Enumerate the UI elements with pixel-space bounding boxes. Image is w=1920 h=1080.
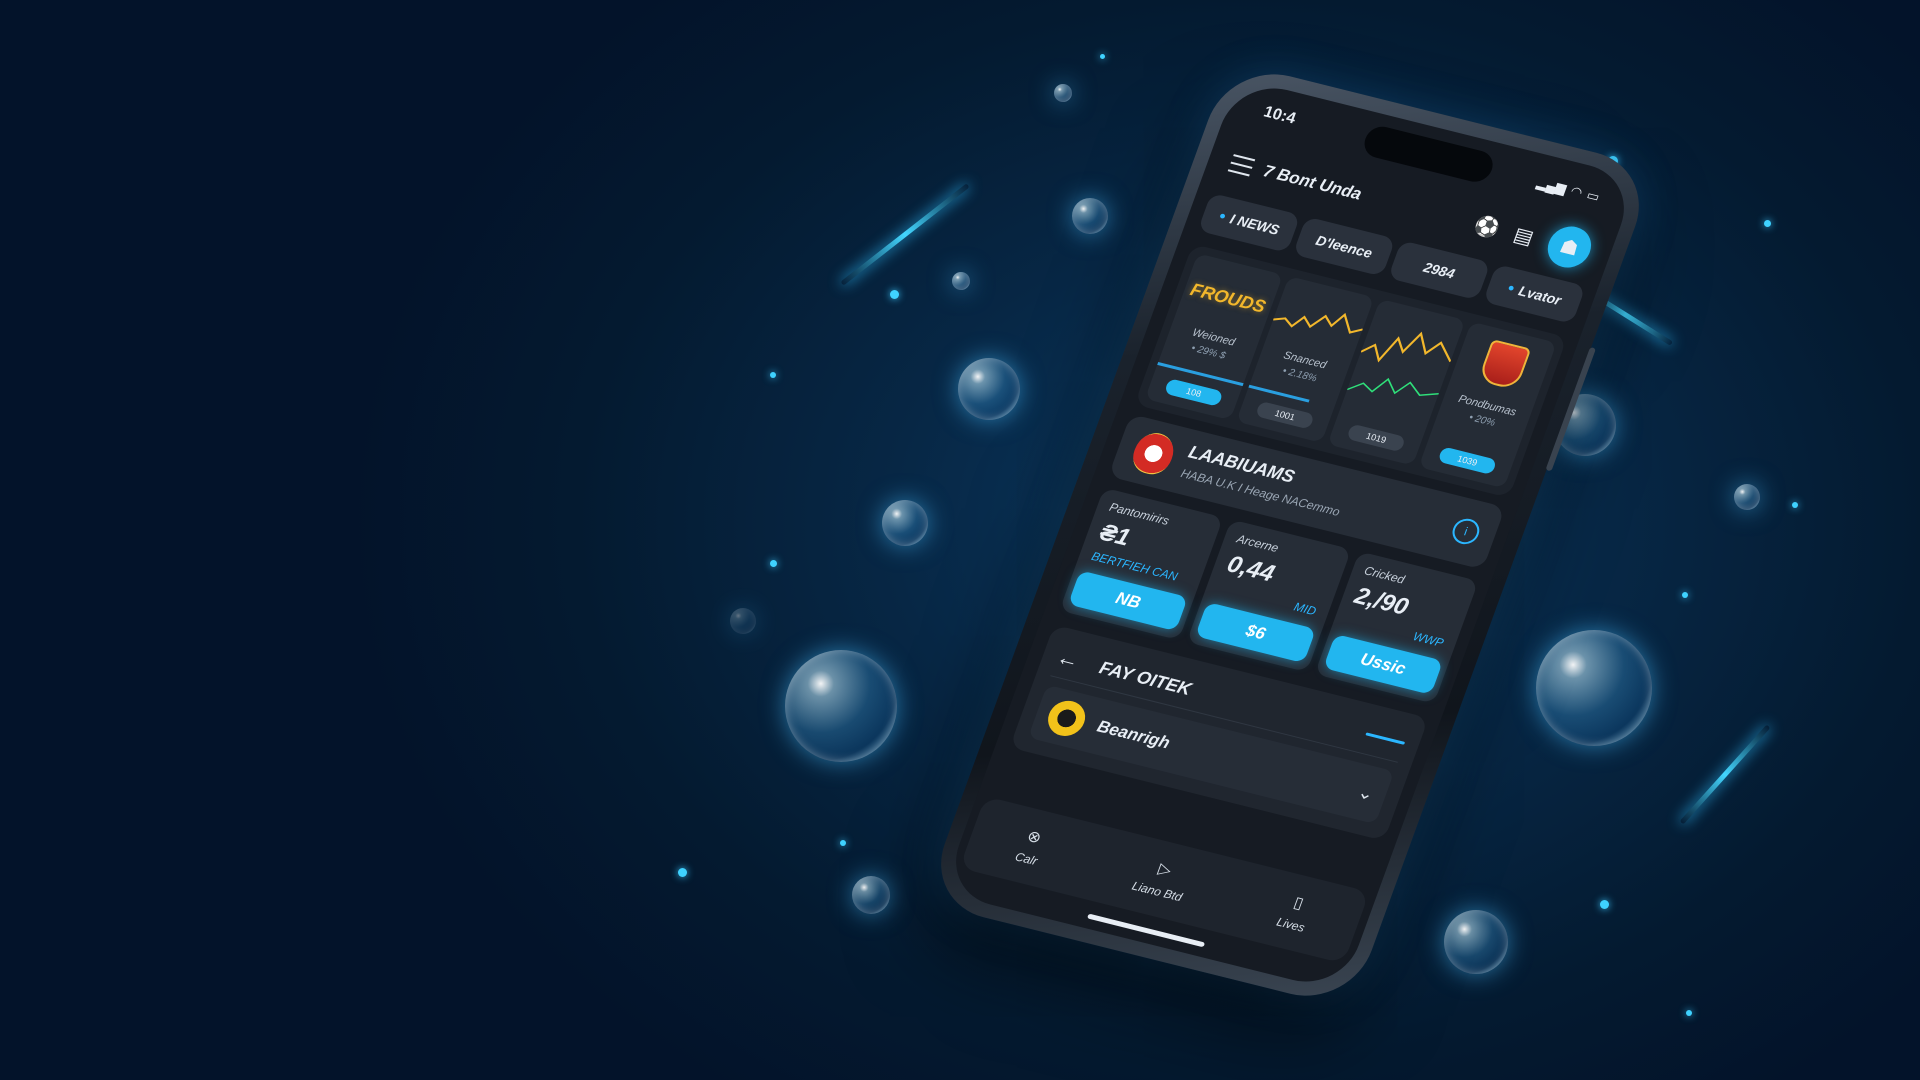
odds-sub: MID — [1292, 599, 1319, 619]
card-chip[interactable]: 1019 — [1346, 423, 1407, 453]
nav-item-liano-btd[interactable]: ▷ Liano Btd — [1130, 854, 1193, 905]
tab-2984[interactable]: 2984 — [1387, 240, 1491, 301]
bubble-decoration — [1072, 198, 1108, 234]
glow-dot — [770, 560, 777, 567]
glow-dot — [1792, 502, 1798, 508]
glow-dot — [1764, 220, 1771, 227]
odds-value: 2,/90 — [1350, 582, 1413, 621]
info-icon[interactable]: i — [1448, 516, 1484, 547]
battery-icon: ▭ — [1584, 187, 1602, 205]
tab-lvator[interactable]: ● Lvator — [1482, 263, 1586, 324]
team-logo-text: FROUDS — [1187, 279, 1269, 317]
bubble-decoration — [1734, 484, 1760, 510]
tab-dot-icon: ● — [1217, 209, 1228, 223]
glow-dot — [840, 840, 846, 846]
soccer-ball-icon[interactable]: ⚽ — [1469, 210, 1506, 243]
nav-item-lives[interactable]: ▯ Lives — [1274, 890, 1316, 935]
glow-dot — [1682, 592, 1688, 598]
bubble-decoration — [1536, 630, 1652, 746]
nav-calr-icon: ⊗ — [1024, 827, 1044, 848]
glow-dot — [890, 290, 899, 299]
bubble-decoration — [785, 650, 897, 762]
signal-icon: ▂▄▆ — [1534, 174, 1569, 197]
glow-dot — [1600, 900, 1609, 909]
nav-play-icon: ▷ — [1155, 860, 1174, 880]
tab-news[interactable]: ● I NEWS — [1197, 192, 1301, 253]
status-icons: ▂▄▆ ◠ ▭ — [1534, 172, 1603, 208]
tab-label: I NEWS — [1227, 210, 1282, 238]
hamburger-menu-icon[interactable] — [1227, 154, 1256, 177]
nav-label: Calr — [1013, 849, 1040, 869]
bubble-decoration — [730, 608, 756, 634]
tab-dot-icon: ● — [1505, 281, 1517, 295]
wifi-icon: ◠ — [1569, 183, 1585, 200]
light-streak — [1679, 724, 1771, 825]
card-progress-line — [1248, 384, 1310, 403]
light-streak — [840, 183, 970, 286]
team-emblem-icon — [1477, 339, 1532, 391]
odds-label: Cricked — [1362, 563, 1407, 587]
bubble-decoration — [1444, 910, 1508, 974]
tab-dleence[interactable]: D'leence — [1292, 216, 1396, 277]
club-badge-icon — [1042, 697, 1091, 740]
team-crest-icon — [1127, 429, 1180, 478]
profile-avatar-button[interactable]: ☗ — [1541, 222, 1598, 272]
status-time: 10:4 — [1261, 103, 1299, 128]
tab-label: 2984 — [1421, 258, 1458, 282]
bubble-decoration — [852, 876, 890, 914]
glow-dot — [1686, 1010, 1692, 1016]
ticket-icon[interactable]: ▤ — [1505, 219, 1542, 252]
section-indicator — [1365, 731, 1406, 745]
nav-item-calr[interactable]: ⊗ Calr — [1013, 825, 1048, 868]
bubble-decoration — [952, 272, 970, 290]
glow-dot — [1100, 54, 1105, 59]
glow-dot — [770, 372, 776, 378]
card-chip[interactable]: 1001 — [1254, 400, 1316, 430]
nav-lives-icon: ▯ — [1291, 894, 1306, 913]
odds-value: 0,44 — [1223, 550, 1279, 588]
odds-sub: WWP — [1411, 629, 1446, 650]
tab-label: D'leence — [1313, 232, 1375, 261]
card-chip[interactable]: 1039 — [1437, 446, 1498, 476]
bubble-decoration — [958, 358, 1020, 420]
nav-label: Lives — [1274, 914, 1307, 935]
nav-label: Liano Btd — [1130, 878, 1185, 905]
tab-label: Lvator — [1516, 282, 1564, 309]
odds-label: Arcerne — [1234, 531, 1281, 556]
card-chip[interactable]: 108 — [1163, 378, 1224, 407]
bubble-decoration — [1054, 84, 1072, 102]
glow-dot — [678, 868, 687, 877]
odds-value: ₴1 — [1096, 518, 1134, 552]
back-arrow-icon[interactable]: ← — [1053, 644, 1083, 674]
bubble-decoration — [882, 500, 928, 546]
